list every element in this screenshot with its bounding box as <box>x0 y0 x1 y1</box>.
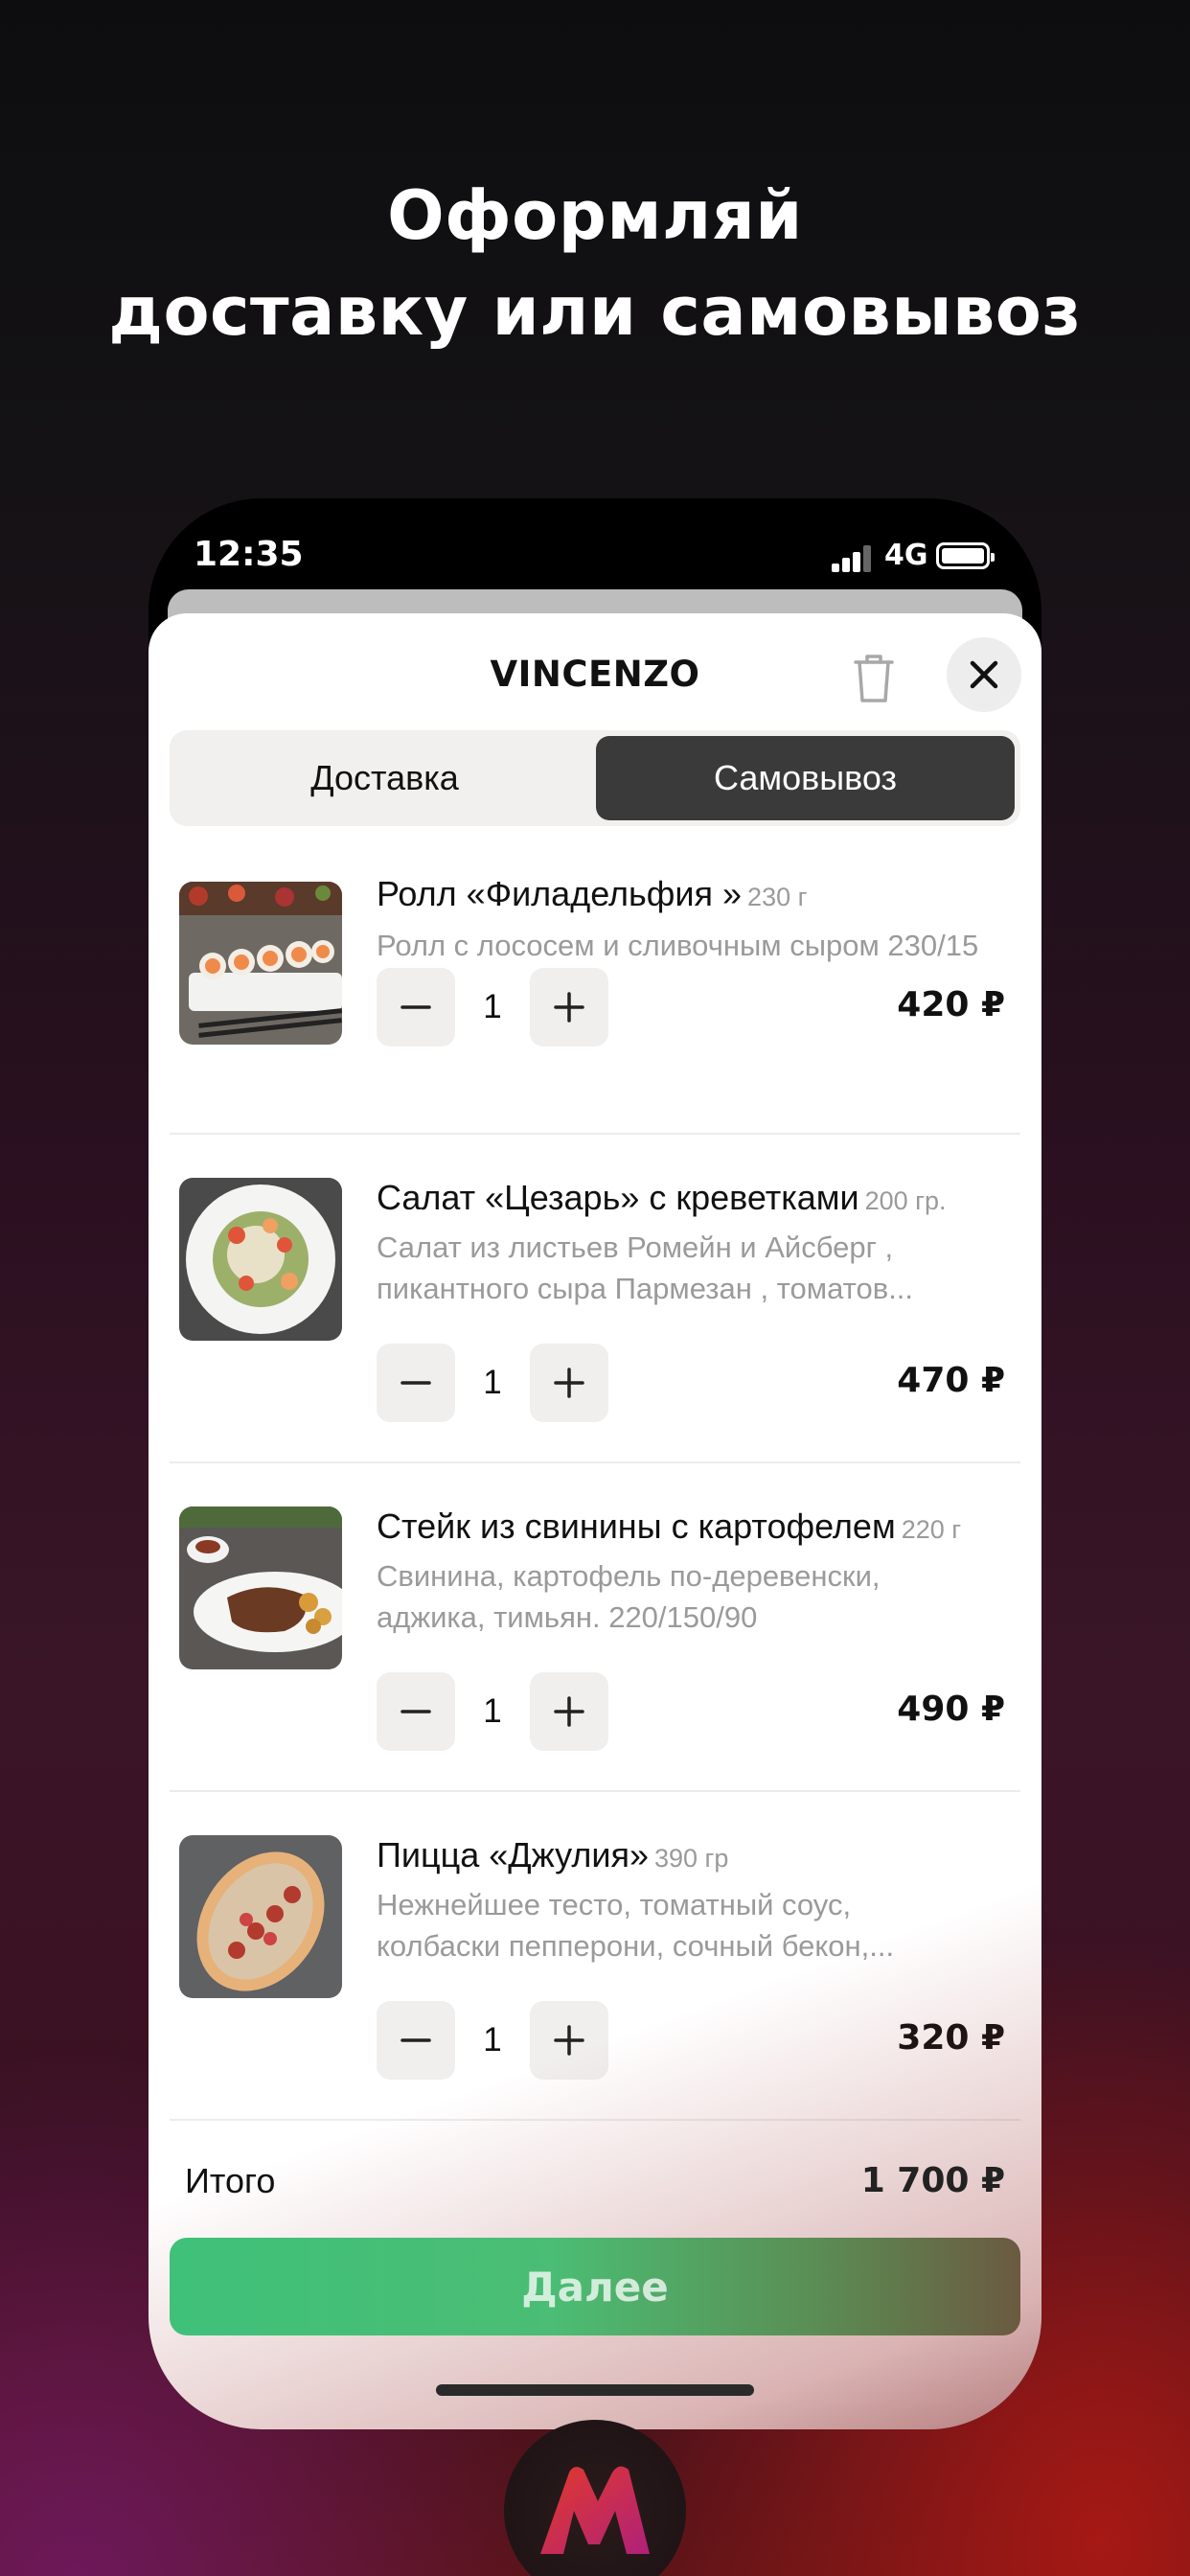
item-description: Ролл с лососем и сливочным сыром 230/15 <box>377 929 979 962</box>
item-price: 320 ₽ <box>897 2018 1005 2058</box>
home-indicator <box>436 2384 754 2396</box>
total-label: Итого <box>185 2161 276 2200</box>
total-row: Итого 1 700 ₽ <box>149 2161 1041 2219</box>
item-photo-roll <box>179 882 342 1045</box>
minus-icon <box>400 1005 431 1009</box>
item-photo-pizza <box>179 1835 342 1998</box>
item-description: Нежнейшее тесто, томатный соус, колбаски… <box>377 1888 895 1963</box>
item-price: 420 ₽ <box>897 985 1005 1024</box>
quantity-value: 1 <box>483 988 502 1025</box>
tab-pickup[interactable]: Самовывоз <box>596 736 1015 820</box>
decrease-button[interactable] <box>377 968 455 1046</box>
minus-icon <box>400 1381 431 1385</box>
cart-items: Ролл «Филадельфия » 230 г Ролл с лососем … <box>149 826 1041 2121</box>
headline-line-1: Оформляй <box>387 176 803 255</box>
item-weight: 200 гр. <box>864 1186 947 1215</box>
total-value: 1 700 ₽ <box>860 2161 1005 2200</box>
close-button[interactable] <box>947 637 1021 712</box>
delivery-mode-switch: Доставка Самовывоз <box>170 730 1020 826</box>
quantity-value: 1 <box>483 1692 502 1730</box>
close-icon <box>970 660 998 689</box>
decrease-button[interactable] <box>377 1672 455 1751</box>
cart-item: Салат «Цезарь» с креветками 200 гр. Салат… <box>149 1135 1041 1463</box>
minus-icon <box>400 2038 431 2042</box>
sheet-header: VINCENZO <box>149 613 1041 738</box>
item-weight: 390 гр <box>653 1844 729 1873</box>
plus-icon <box>554 1696 584 1727</box>
item-weight: 230 г <box>747 883 808 911</box>
decrease-button[interactable] <box>377 2001 455 2080</box>
minus-icon <box>400 1710 431 1714</box>
promo-headline: Оформляй доставку или самовывоз <box>0 168 1190 359</box>
plus-icon <box>554 992 584 1023</box>
item-photo-steak <box>179 1506 342 1669</box>
network-type: 4G <box>884 539 928 572</box>
trash-icon <box>854 655 894 702</box>
cart-item: Ролл «Филадельфия » 230 г Ролл с лососем … <box>149 826 1041 1135</box>
restaurant-title: VINCENZO <box>490 654 700 695</box>
decrease-button[interactable] <box>377 1344 455 1422</box>
plus-icon <box>554 1368 584 1398</box>
item-name: Стейк из свинины с картофелем 220 г <box>377 1506 962 1546</box>
next-button[interactable]: Далее <box>170 2238 1020 2335</box>
status-time: 12:35 <box>194 535 304 574</box>
item-description: Свинина, картофель по-деревенски, аджика… <box>377 1559 881 1634</box>
plus-icon <box>554 2025 584 2056</box>
cart-item: Пицца «Джулия» 390 гр Нежнейшее тесто, то… <box>149 1792 1041 2121</box>
item-name: Салат «Цезарь» с креветками 200 гр. <box>377 1178 947 1217</box>
quantity-value: 1 <box>483 1364 502 1401</box>
item-price: 490 ₽ <box>897 1690 1005 1729</box>
increase-button[interactable] <box>530 1672 608 1751</box>
headline-line-2: доставку или самовывоз <box>108 272 1082 351</box>
signal-icon <box>832 545 871 572</box>
item-description: Салат из листьев Ромейн и Айсберг , пика… <box>377 1230 914 1305</box>
increase-button[interactable] <box>530 2001 608 2080</box>
phone-frame: 12:35 4G VINCENZO Доставка Самовывоз Рол… <box>149 498 1041 2429</box>
battery-icon <box>936 542 995 569</box>
brand-logo-icon <box>540 2466 650 2554</box>
tab-delivery[interactable]: Доставка <box>175 736 594 820</box>
increase-button[interactable] <box>530 1344 608 1422</box>
item-price: 470 ₽ <box>897 1361 1005 1400</box>
clear-cart-button[interactable] <box>848 650 900 707</box>
increase-button[interactable] <box>530 968 608 1046</box>
item-name: Пицца «Джулия» 390 гр <box>377 1835 729 1874</box>
item-weight: 220 г <box>901 1515 962 1544</box>
quantity-value: 1 <box>483 2021 502 2058</box>
item-name: Ролл «Филадельфия » 230 г <box>377 874 808 913</box>
status-bar: 12:35 4G <box>149 498 1041 604</box>
item-photo-salad <box>179 1178 342 1341</box>
divider <box>170 2119 1020 2121</box>
cart-sheet: VINCENZO Доставка Самовывоз Ролл «Филаде… <box>149 613 1041 2429</box>
cart-item: Стейк из свинины с картофелем 220 г Свини… <box>149 1463 1041 1792</box>
